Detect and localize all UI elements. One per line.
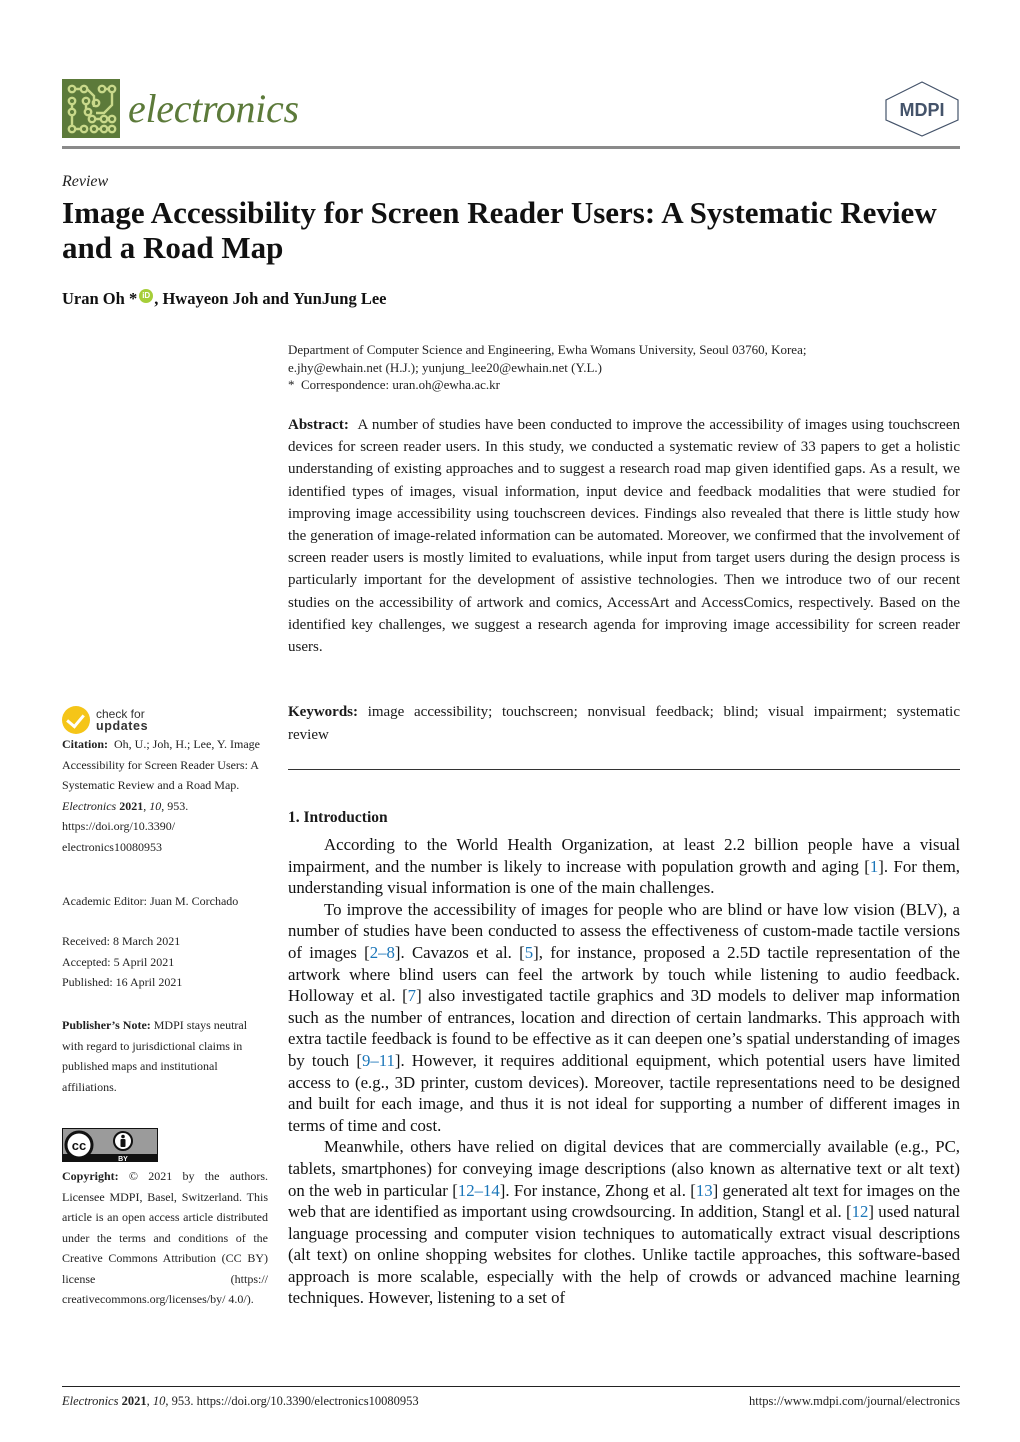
journal-name: electronics <box>128 86 299 131</box>
keywords-label: Keywords: <box>288 704 358 720</box>
mdpi-logo: MDPI <box>882 80 962 138</box>
cc-label: cc <box>72 1138 86 1153</box>
affiliation-block: Department of Computer Science and Engin… <box>288 341 968 394</box>
mdpi-logo-text: MDPI <box>900 100 945 120</box>
paragraph: According to the World Health Organizati… <box>288 834 960 899</box>
citation-year: 2021 <box>119 798 144 813</box>
cc-by-license-badge[interactable]: cc BY <box>62 1128 158 1162</box>
footer-journal: Electronics <box>62 1394 119 1408</box>
abstract: Abstract: A number of studies have been … <box>288 414 960 658</box>
author-list: Uran Oh * iD , Hwayeon Joh and YunJung L… <box>62 289 387 309</box>
paragraph-text: ]. For instance, Zhong et al. [ <box>499 1180 696 1200</box>
corresponding-author-mark: * <box>128 289 138 308</box>
circuit-board-icon <box>67 84 117 134</box>
citation-journal: Electronics <box>62 798 117 813</box>
check-updates-line2: updates <box>96 719 149 733</box>
author-name: YunJung Lee <box>293 289 387 308</box>
copyright-text: © 2021 by the authors. Licensee MDPI, Ba… <box>62 1169 269 1306</box>
affiliation-emails: e.jhy@ewhain.net (H.J.); yunjung_lee20@e… <box>288 359 602 375</box>
reference-link[interactable]: 13 <box>696 1181 713 1200</box>
author-name: Uran Oh <box>62 289 125 308</box>
footer-journal-url[interactable]: https://www.mdpi.com/journal/electronics <box>749 1394 960 1409</box>
header-divider <box>62 146 960 149</box>
reference-link[interactable]: 7 <box>408 986 416 1005</box>
citation: Citation: Oh, U.; Joh, H.; Lee, Y. Image… <box>62 737 260 854</box>
citation-doi-link[interactable]: https://doi.org/10.3390/ electronics1008… <box>62 819 175 854</box>
article-type: Review <box>62 173 109 190</box>
paragraph: Meanwhile, others have relied on digital… <box>288 1136 960 1309</box>
journal-logo <box>62 79 120 138</box>
keywords: Keywords: image accessibility; touchscre… <box>288 701 960 746</box>
published-date: Published: 16 April 2021 <box>62 975 183 989</box>
article-title: Image Accessibility for Screen Reader Us… <box>62 195 937 265</box>
accepted-date: Accepted: 5 April 2021 <box>62 954 175 969</box>
check-for-updates-button[interactable]: check for updates <box>62 706 148 734</box>
academic-editor: Academic Editor: Juan M. Corchado <box>62 894 239 908</box>
by-label: BY <box>118 1156 128 1162</box>
affiliation-line: Department of Computer Science and Engin… <box>288 342 807 357</box>
paragraph-text: According to the World Health Organizati… <box>288 835 960 876</box>
author-separator: , <box>154 289 163 308</box>
publisher-note-label: Publisher’s Note: <box>62 1018 151 1032</box>
footer-volume: 10 <box>152 1394 166 1408</box>
reference-link[interactable]: 5 <box>525 943 533 962</box>
paragraph-text: ]. Cavazos et al. [ <box>394 942 525 962</box>
citation-volume: 10 <box>149 798 162 813</box>
keywords-text: image accessibility; touchscreen; nonvis… <box>288 704 960 743</box>
orcid-icon[interactable]: iD <box>139 289 154 303</box>
abstract-divider <box>288 769 960 770</box>
abstract-text: A number of studies have been conducted … <box>288 417 960 656</box>
section-body: According to the World Health Organizati… <box>288 834 960 1309</box>
footer-year: 2021 <box>121 1394 147 1408</box>
abstract-label: Abstract: <box>288 417 349 433</box>
reference-link[interactable]: 12–14 <box>458 1181 500 1200</box>
section-heading: 1. Introduction <box>288 809 388 826</box>
footer-citation: Electronics 2021, 10, 953. https://doi.o… <box>62 1394 419 1408</box>
correspondence-email: Correspondence: uran.oh@ewha.ac.kr <box>301 377 500 392</box>
correspondence-line: * Correspondence: uran.oh@ewha.ac.kr <box>288 376 968 394</box>
reference-link[interactable]: 2–8 <box>370 943 395 962</box>
publication-dates: Received: 8 March 2021 Accepted: 5 April… <box>62 931 268 993</box>
paragraph: To improve the accessibility of images f… <box>288 899 960 1137</box>
citation-pages: , 953. <box>161 798 189 813</box>
copyright-label: Copyright: <box>62 1169 119 1183</box>
copyright-notice: Copyright: © 2021 by the authors. Licens… <box>62 1166 268 1310</box>
received-date: Received: 8 March 2021 <box>62 934 181 948</box>
reference-link[interactable]: 1 <box>870 857 878 876</box>
publisher-note: Publisher’s Note: MDPI stays neutral wit… <box>62 1015 268 1097</box>
footer-divider <box>62 1386 960 1387</box>
footer-doi-link[interactable]: , 953. https://doi.org/10.3390/electroni… <box>165 1394 418 1408</box>
checkmark-icon <box>62 706 90 734</box>
author-separator: and <box>258 289 294 308</box>
correspondence-mark: * <box>288 377 295 392</box>
citation-label: Citation: <box>62 737 108 751</box>
author-name: Hwayeon Joh <box>162 289 259 308</box>
reference-link[interactable]: 9–11 <box>362 1051 395 1070</box>
reference-link[interactable]: 12 <box>852 1202 869 1221</box>
